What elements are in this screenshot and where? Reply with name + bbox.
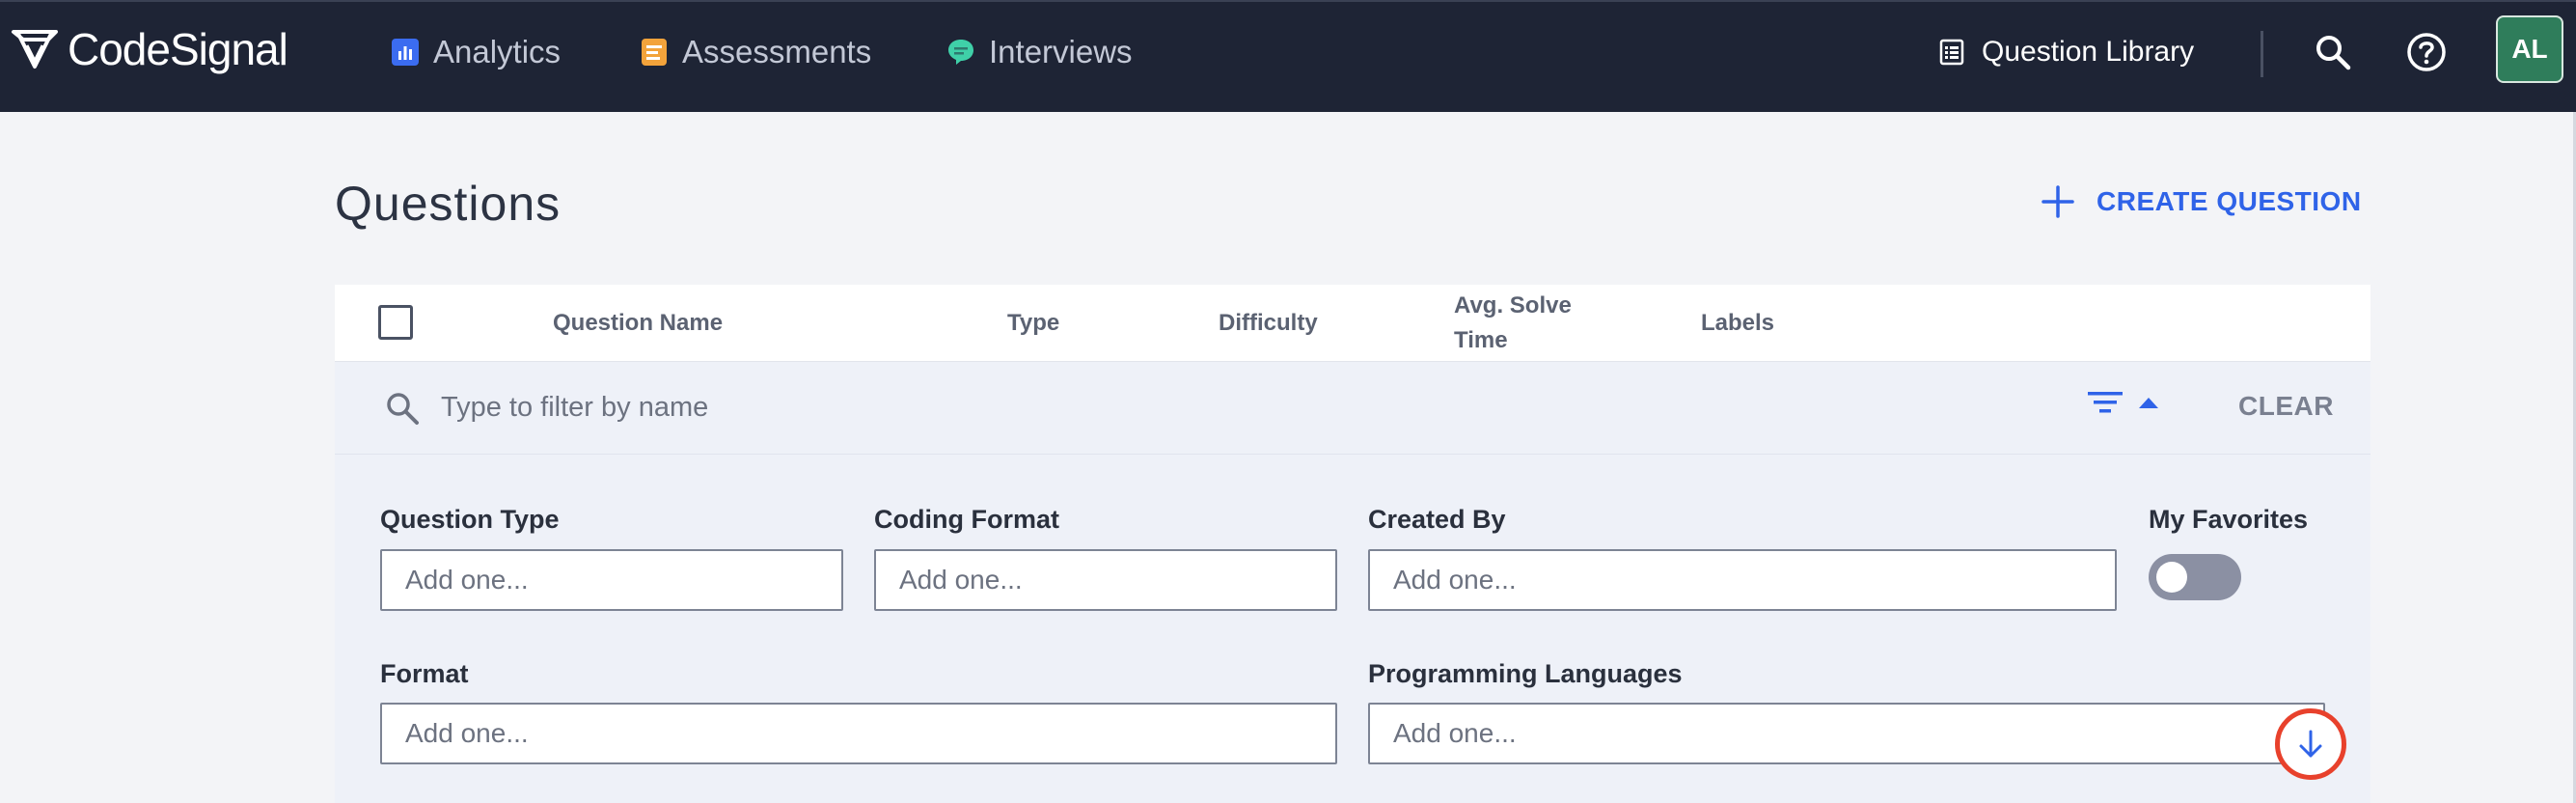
codesignal-logo-icon — [12, 30, 58, 69]
column-header-avg-solve-time[interactable]: Avg. Solve Time — [1454, 289, 1572, 358]
my-favorites-label: My Favorites — [2149, 505, 2309, 534]
filter-icon — [2088, 392, 2123, 413]
nav-divider — [2261, 31, 2263, 77]
filter-by-name-input[interactable] — [441, 385, 1406, 429]
column-header-labels[interactable]: Labels — [1701, 306, 1774, 341]
nav-label-analytics: Analytics — [433, 34, 562, 69]
scroll-down-button[interactable] — [2275, 708, 2346, 780]
avatar[interactable]: AL — [2496, 15, 2563, 83]
format-input[interactable] — [380, 703, 1337, 764]
interviews-icon — [948, 40, 973, 65]
coding-format-label: Coding Format — [874, 505, 1059, 534]
select-all-checkbox[interactable] — [378, 305, 413, 340]
analytics-icon — [392, 39, 419, 66]
column-header-question-name[interactable]: Question Name — [553, 306, 723, 341]
question-library-label: Question Library — [1982, 36, 2195, 68]
search-icon — [2316, 36, 2351, 70]
page-title: Questions — [335, 177, 562, 231]
assessments-icon — [642, 39, 667, 66]
created-by-input[interactable] — [1368, 549, 2117, 611]
filter-bar: CLEAR — [335, 362, 2370, 455]
question-library-link[interactable]: Question Library — [1939, 29, 2194, 75]
nav-item-assessments[interactable]: Assessments — [640, 29, 871, 75]
logo-text: CodeSignal — [68, 24, 288, 74]
nav-item-analytics[interactable]: Analytics — [391, 29, 561, 75]
clear-filters-button[interactable]: CLEAR — [2238, 391, 2334, 422]
help-icon — [2407, 33, 2446, 71]
my-favorites-toggle[interactable] — [2149, 554, 2241, 600]
top-navigation-bar: CodeSignal Analytics Assessments Intervi… — [0, 0, 2576, 112]
question-type-input[interactable] — [380, 549, 843, 611]
question-library-icon — [1939, 39, 1964, 66]
codesignal-logo[interactable]: CodeSignal — [10, 23, 288, 75]
nav-label-assessments: Assessments — [682, 34, 872, 69]
table-header: Question Name Type Difficulty Avg. Solve… — [335, 285, 2370, 362]
question-type-label: Question Type — [380, 505, 560, 534]
create-question-button[interactable]: CREATE QUESTION — [2041, 181, 2362, 222]
nav-item-interviews[interactable]: Interviews — [946, 29, 1133, 75]
nav-label-interviews: Interviews — [989, 34, 1133, 69]
coding-format-input[interactable] — [874, 549, 1337, 611]
programming-languages-input[interactable] — [1368, 703, 2325, 764]
column-header-type[interactable]: Type — [1007, 306, 1059, 341]
search-icon — [387, 393, 419, 425]
created-by-label: Created By — [1368, 505, 1506, 534]
plus-icon — [2042, 185, 2074, 218]
toggle-knob — [2156, 562, 2187, 593]
arrow-down-icon — [2299, 730, 2322, 758]
chevron-up-icon — [2139, 398, 2158, 408]
column-header-difficulty[interactable]: Difficulty — [1219, 306, 1318, 341]
help-button[interactable] — [2403, 29, 2450, 75]
programming-languages-label: Programming Languages — [1368, 659, 1683, 688]
format-label: Format — [380, 659, 469, 688]
filter-collapse-toggle[interactable] — [2086, 387, 2159, 418]
search-button[interactable] — [2310, 29, 2356, 75]
filter-panel: Question Type Coding Format Created By M… — [335, 455, 2370, 803]
create-question-label: CREATE QUESTION — [2096, 186, 2362, 216]
